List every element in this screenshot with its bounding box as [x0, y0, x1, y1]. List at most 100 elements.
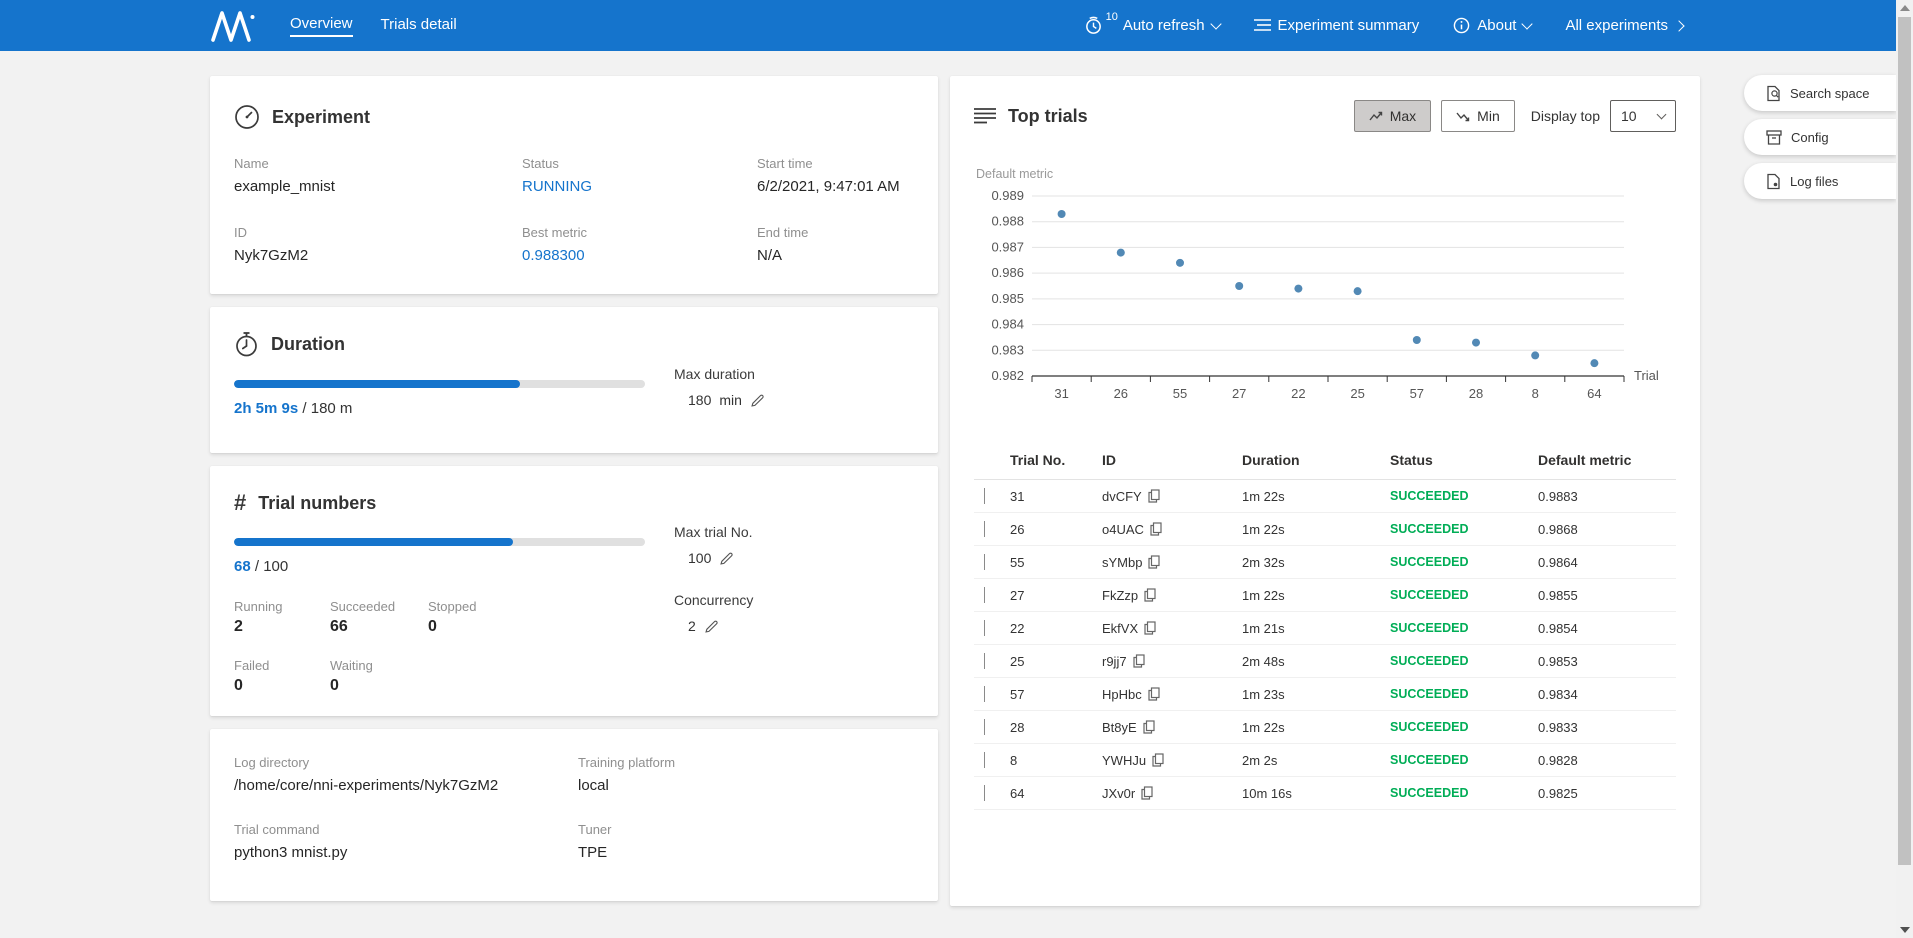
copy-id-icon[interactable]: [1148, 555, 1160, 569]
auto-refresh-label: Auto refresh: [1123, 17, 1205, 34]
cell-trial-no: 22: [1010, 621, 1102, 636]
field-label: Name: [234, 156, 522, 171]
chevron-down-icon: [1522, 18, 1533, 29]
col-header-duration: Duration: [1242, 452, 1390, 468]
cell-trial-no: 28: [1010, 720, 1102, 735]
cell-trial-id: EkfVX: [1102, 621, 1138, 636]
expand-row-icon[interactable]: [984, 587, 985, 603]
cell-default-metric: 0.9834: [1538, 687, 1676, 702]
auto-refresh-menu[interactable]: 10 Auto refresh: [1084, 16, 1220, 35]
bulleted-list-icon: [974, 107, 996, 125]
max-trial-label: Max trial No.: [674, 524, 914, 540]
cell-duration: 1m 22s: [1242, 588, 1390, 603]
expand-row-icon[interactable]: [984, 620, 985, 636]
info-icon: [1453, 17, 1470, 34]
tuner-value: TPE: [578, 844, 914, 861]
expand-row-icon[interactable]: [984, 653, 985, 669]
stopwatch-icon: [234, 331, 259, 358]
chevron-down-icon: [1657, 110, 1667, 120]
copy-id-icon[interactable]: [1144, 621, 1156, 635]
config-label: Config: [1791, 130, 1829, 145]
cell-default-metric: 0.9883: [1538, 489, 1676, 504]
copy-id-icon[interactable]: [1152, 753, 1164, 767]
copy-id-icon[interactable]: [1133, 654, 1145, 668]
display-top-select[interactable]: 10: [1610, 100, 1676, 132]
field-label: Best metric: [522, 225, 757, 240]
training-platform-label: Training platform: [578, 755, 914, 770]
col-header-default-metric: Default metric: [1538, 452, 1676, 468]
end-time-value: N/A: [757, 247, 914, 264]
top-trials-card: Top trials Max Min Display top 10 Defaul…: [950, 76, 1700, 906]
start-time-value: 6/2/2021, 9:47:01 AM: [757, 178, 914, 195]
cell-trial-id: YWHJu: [1102, 753, 1146, 768]
gauge-icon: [234, 104, 260, 130]
expand-row-icon[interactable]: [984, 488, 985, 504]
table-row: 8YWHJu2m 2sSUCCEEDED0.9828: [974, 744, 1676, 777]
cell-trial-no: 55: [1010, 555, 1102, 570]
copy-id-icon[interactable]: [1143, 720, 1155, 734]
field-label: Status: [522, 156, 757, 171]
table-row: 27FkZzp1m 22sSUCCEEDED0.9855: [974, 579, 1676, 612]
experiment-summary-button[interactable]: Experiment summary: [1254, 17, 1420, 34]
cell-status: SUCCEEDED: [1390, 555, 1538, 569]
experiment-card-title: Experiment: [272, 107, 370, 128]
nav-tab-trials-detail[interactable]: Trials detail: [381, 16, 457, 36]
cell-trial-id: sYMbp: [1102, 555, 1142, 570]
log-files-button[interactable]: Log files: [1744, 163, 1896, 199]
table-row: 31dvCFY1m 22sSUCCEEDED0.9883: [974, 480, 1676, 513]
svg-text:0.985: 0.985: [991, 291, 1024, 306]
config-archive-icon: [1766, 130, 1782, 145]
cell-default-metric: 0.9855: [1538, 588, 1676, 603]
stat-value-running: 2: [234, 618, 330, 636]
cell-duration: 10m 16s: [1242, 786, 1390, 801]
hash-icon: #: [234, 490, 246, 516]
table-row: 55sYMbp 2m 32sSUCCEEDED0.9864: [974, 546, 1676, 579]
cell-trial-no: 27: [1010, 588, 1102, 603]
concurrency-label: Concurrency: [674, 592, 914, 608]
cell-duration: 2m 32s: [1242, 555, 1390, 570]
copy-id-icon[interactable]: [1144, 588, 1156, 602]
scrollbar-up-arrow[interactable]: [1900, 5, 1910, 11]
config-button[interactable]: Config: [1744, 119, 1896, 155]
cell-duration: 1m 22s: [1242, 522, 1390, 537]
trials-progress-bar: [234, 538, 645, 546]
cell-duration: 1m 21s: [1242, 621, 1390, 636]
copy-id-icon[interactable]: [1141, 786, 1153, 800]
experiment-id-value: Nyk7GzM2: [234, 247, 522, 264]
max-toggle-button[interactable]: Max: [1354, 100, 1431, 132]
expand-row-icon[interactable]: [984, 785, 985, 801]
min-toggle-button[interactable]: Min: [1441, 100, 1515, 132]
scrollbar-thumb[interactable]: [1898, 17, 1911, 865]
cell-default-metric: 0.9864: [1538, 555, 1676, 570]
search-space-button[interactable]: Search space: [1744, 75, 1896, 111]
expand-row-icon[interactable]: [984, 686, 985, 702]
svg-text:26: 26: [1114, 386, 1128, 401]
expand-row-icon[interactable]: [984, 752, 985, 768]
expand-row-icon[interactable]: [984, 719, 985, 735]
scrollbar-down-arrow[interactable]: [1900, 927, 1910, 933]
svg-text:8: 8: [1532, 386, 1539, 401]
all-experiments-link[interactable]: All experiments: [1565, 17, 1683, 34]
stat-value-waiting: 0: [330, 677, 428, 695]
edit-max-trial-icon[interactable]: [719, 551, 734, 566]
expand-row-icon[interactable]: [984, 521, 985, 537]
cell-duration: 1m 23s: [1242, 687, 1390, 702]
edit-concurrency-icon[interactable]: [704, 619, 719, 634]
table-row: 64JXv0r10m 16sSUCCEEDED0.9825: [974, 777, 1676, 810]
edit-max-duration-icon[interactable]: [750, 393, 765, 408]
copy-id-icon[interactable]: [1148, 687, 1160, 701]
about-menu[interactable]: About: [1453, 17, 1531, 34]
stat-label-waiting: Waiting: [330, 658, 428, 673]
min-button-label: Min: [1477, 108, 1500, 124]
table-row: 25r9jj72m 48sSUCCEEDED0.9853: [974, 645, 1676, 678]
nav-tab-overview[interactable]: Overview: [290, 15, 353, 37]
expand-row-icon[interactable]: [984, 554, 985, 570]
summary-list-icon: [1254, 18, 1271, 33]
max-button-label: Max: [1390, 108, 1416, 124]
copy-id-icon[interactable]: [1148, 489, 1160, 503]
cell-default-metric: 0.9854: [1538, 621, 1676, 636]
svg-text:Default metric: Default metric: [976, 167, 1053, 181]
copy-id-icon[interactable]: [1150, 522, 1162, 536]
nni-logo: [210, 9, 256, 43]
page-scrollbar[interactable]: [1896, 0, 1913, 938]
